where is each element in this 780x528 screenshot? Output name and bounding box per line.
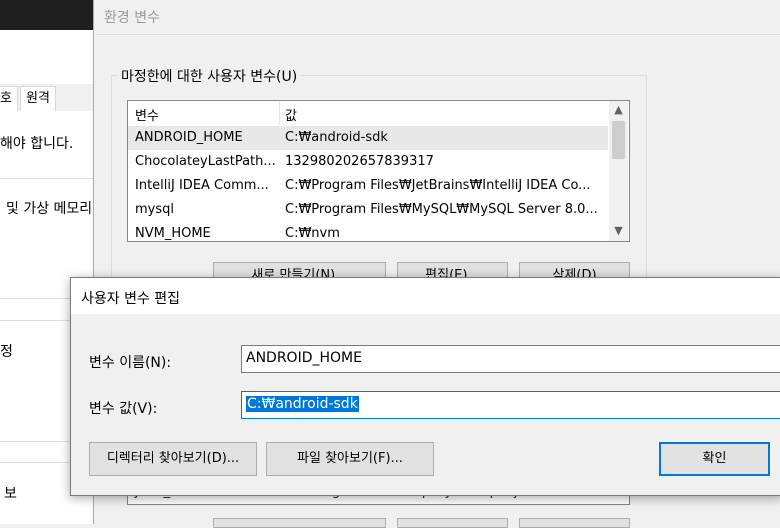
system-properties-titlebar [0, 0, 96, 30]
variable-name: ChocolateyLastPath... [135, 154, 275, 169]
variable-value-label: 변수 값(V): [89, 401, 158, 417]
vertical-scrollbar[interactable]: ▲ ▼ [609, 101, 628, 241]
variable-value: C:₩nvm [285, 226, 340, 241]
list-item[interactable]: NVM_HOME C:₩nvm [128, 222, 608, 241]
browse-file-button[interactable]: 파일 찾아보기(F)... [266, 442, 434, 476]
tab-partial[interactable]: 호 [0, 86, 18, 111]
variable-name: ANDROID_HOME [135, 130, 243, 145]
list-item[interactable]: mysql C:₩Program Files₩MySQL₩MySQL Serve… [128, 198, 608, 222]
sys-text-line: 보 [4, 486, 17, 502]
variable-name: NVM_HOME [135, 226, 211, 241]
chevron-down-icon[interactable]: ▼ [609, 222, 628, 240]
column-header-value[interactable]: 값 [285, 105, 297, 124]
list-header: 변수 값 [128, 101, 608, 125]
tab-remote[interactable]: 원격 [20, 86, 56, 111]
list-item[interactable]: ChocolateyLastPath... 132980202657839317 [128, 150, 608, 174]
sys-text-line: 및 가상 메모리 [6, 201, 93, 217]
edit-user-variable-dialog: 사용자 변수 편집 변수 이름(N): ANDROID_HOME 변수 값(V)… [70, 277, 780, 496]
dialog-title: 환경 변수 [104, 10, 160, 26]
dialog-titlebar[interactable]: 사용자 변수 편집 [71, 278, 780, 314]
variable-name-label: 변수 이름(N): [89, 355, 172, 371]
system-edit-button[interactable] [397, 518, 508, 528]
list-item[interactable]: ANDROID_HOME C:₩android-sdk [128, 126, 608, 150]
variable-value: C:₩Program Files₩JetBrains₩IntelliJ IDEA… [285, 178, 591, 193]
list-item[interactable]: IntelliJ IDEA Comm... C:₩Program Files₩J… [128, 174, 608, 198]
column-header-name[interactable]: 변수 [135, 105, 159, 124]
sys-text-line: 정 [0, 344, 13, 360]
variable-value: C:₩Program Files₩MySQL₩MySQL Server 8.0.… [285, 202, 598, 217]
column-separator[interactable] [279, 101, 280, 125]
chevron-up-icon[interactable]: ▲ [609, 101, 628, 119]
divider [0, 178, 96, 179]
ok-button[interactable]: 확인 [659, 442, 770, 476]
sys-text-line: 해야 합니다. [0, 136, 74, 152]
variable-value-text: C:₩android-sdk [246, 396, 359, 412]
variable-value: 132980202657839317 [285, 154, 434, 169]
user-variables-group-label: 마정한에 대한 사용자 변수(U) [117, 66, 302, 86]
variable-value: C:₩android-sdk [285, 130, 388, 145]
user-variables-list[interactable]: 변수 값 ANDROID_HOME C:₩android-sdk Chocola… [127, 100, 630, 242]
system-new-button[interactable] [213, 518, 386, 528]
variable-name: mysql [135, 202, 174, 217]
browse-directory-button[interactable]: 디렉터리 찾아보기(D)... [89, 442, 257, 476]
variable-name: IntelliJ IDEA Comm... [135, 178, 269, 193]
dialog-title: 사용자 변수 편집 [81, 291, 181, 307]
scroll-thumb[interactable] [612, 121, 625, 159]
variable-name-text: ANDROID_HOME [246, 350, 362, 366]
variable-name-field[interactable]: ANDROID_HOME [241, 345, 780, 373]
variable-value-field[interactable]: C:₩android-sdk [241, 391, 780, 419]
system-delete-button[interactable] [519, 518, 630, 528]
